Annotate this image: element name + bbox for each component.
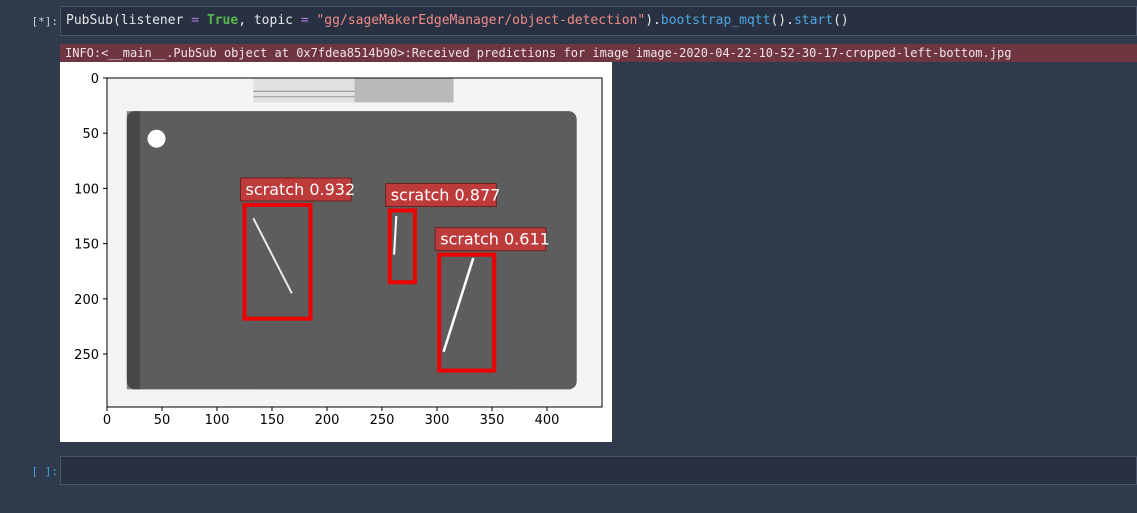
x-tick-label: 150: [260, 413, 285, 428]
y-tick-label: 200: [74, 293, 99, 308]
code-token: ).: [645, 13, 661, 28]
code-token: start: [793, 13, 834, 28]
code-cell-running[interactable]: [*]: PubSub(listener = True, topic = "gg…: [0, 6, 1137, 42]
image-top-strip-dark: [354, 78, 454, 103]
code-text: PubSub(listener = True, topic = "gg/sage…: [66, 13, 849, 28]
code-token: ().: [770, 13, 794, 28]
x-tick-label: 350: [480, 413, 505, 428]
x-tick-label: 400: [535, 413, 560, 428]
code-input[interactable]: PubSub(listener = True, topic = "gg/sage…: [60, 6, 1137, 36]
code-token: bootstrap_mqtt: [660, 13, 771, 28]
y-tick-label: 100: [74, 182, 99, 197]
detection-label: scratch 0.611: [440, 230, 550, 249]
code-token: , topic: [238, 13, 301, 28]
execution-prompt: [*]:: [31, 15, 59, 28]
detection-label: scratch 0.877: [391, 185, 501, 204]
x-tick-label: 50: [154, 413, 171, 428]
y-tick-label: 50: [82, 127, 99, 142]
x-tick-label: 250: [370, 413, 395, 428]
code-input-empty[interactable]: [60, 456, 1137, 485]
code-token: PubSub(listener: [66, 13, 192, 28]
code-token: (): [833, 13, 849, 28]
output-log: INFO:<__main__.PubSub object at 0x7fdea8…: [60, 44, 1137, 62]
execution-prompt: [ ]:: [31, 465, 59, 478]
image-hole: [147, 129, 166, 148]
image-card-shadow: [126, 111, 140, 390]
detection-label: scratch 0.932: [246, 180, 356, 199]
detection-plot: 0 50 100 150 200 250 300 350 400 0 50 100 150 200 250 s…: [74, 72, 603, 428]
code-token: "gg/sageMakerEdgeManager/object-detectio…: [316, 13, 646, 28]
y-tick-label: 0: [91, 72, 99, 87]
code-token: True: [206, 13, 239, 28]
x-tick-label: 200: [315, 413, 340, 428]
x-tick-label: 300: [425, 413, 450, 428]
x-tick-label: 0: [103, 413, 111, 428]
code-cell-empty[interactable]: [ ]:: [0, 456, 1137, 486]
output-figure: 0 50 100 150 200 250 300 350 400 0 50 100 150 200 250 s…: [60, 62, 612, 442]
code-token: =: [300, 13, 309, 28]
code-token: =: [191, 13, 200, 28]
y-tick-label: 150: [74, 238, 99, 253]
log-text: INFO:<__main__.PubSub object at 0x7fdea8…: [65, 46, 1012, 60]
y-tick-label: 250: [74, 348, 99, 363]
x-tick-label: 100: [205, 413, 230, 428]
